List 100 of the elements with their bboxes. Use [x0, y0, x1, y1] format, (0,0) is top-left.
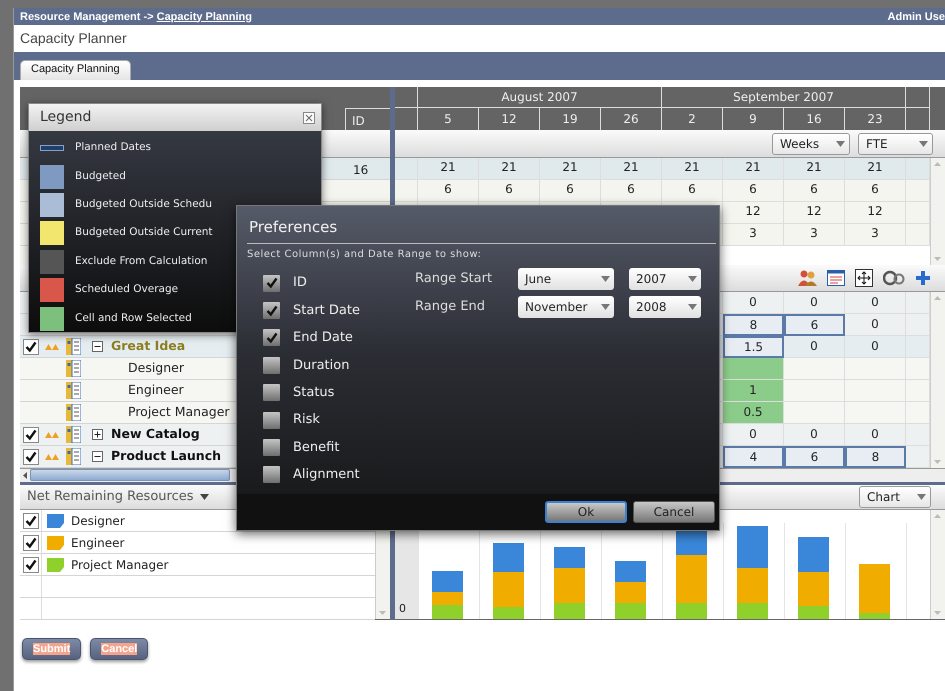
legend-label: Budgeted Outside Schedu	[75, 197, 212, 212]
table-cell: 3	[845, 224, 906, 246]
year-dropdown[interactable]: 2008	[629, 296, 701, 318]
resource-list-icon	[66, 448, 81, 465]
table-cell: 3	[784, 224, 845, 246]
project-name[interactable]: New Catalog	[111, 425, 200, 444]
close-icon[interactable]	[303, 112, 315, 124]
legend-label: Cell and Row Selected	[75, 310, 192, 326]
checkbox[interactable]	[263, 439, 280, 456]
resource-name[interactable]: Designer	[128, 359, 184, 378]
dialog-button[interactable]: Cancel	[633, 501, 715, 523]
bar-segment	[798, 537, 829, 572]
caret-icon	[601, 304, 610, 310]
breadcrumb-link[interactable]: Capacity Planning	[156, 10, 252, 22]
series-name: Designer	[71, 512, 125, 530]
axis-label: 0	[399, 600, 406, 616]
people-icon[interactable]	[797, 269, 817, 287]
plus-icon[interactable]	[915, 270, 931, 286]
field-label: Range Start	[415, 270, 494, 288]
table-cell: 6	[784, 314, 845, 336]
list-icon[interactable]	[827, 270, 845, 286]
checkbox[interactable]	[263, 356, 280, 374]
double-arrow-icon	[44, 452, 60, 462]
caret-icon	[919, 140, 928, 146]
table-cell: 3	[723, 224, 784, 246]
breadcrumb: Resource Management -> Capacity Planning	[20, 10, 252, 22]
checkbox[interactable]	[263, 302, 280, 320]
resource-list-icon	[66, 360, 81, 377]
caret-icon	[688, 276, 697, 282]
checkbox[interactable]	[263, 412, 280, 429]
checkbox[interactable]	[22, 534, 38, 550]
caret-icon	[688, 304, 697, 310]
bar-segment	[615, 603, 646, 619]
dialog-subtitle: Select Column(s) and Date Range to show:	[247, 242, 716, 262]
tab[interactable]: Capacity Planning	[20, 60, 131, 80]
checkbox[interactable]	[263, 466, 280, 484]
checkbox-label: Duration	[293, 356, 350, 375]
table-cell: 4	[723, 446, 784, 468]
legend-label: Budgeted	[75, 168, 126, 184]
resource-name[interactable]: Engineer	[128, 381, 184, 400]
dialog-button[interactable]: Ok	[545, 501, 627, 523]
bar-segment	[615, 582, 646, 603]
resource-list-icon	[66, 382, 81, 399]
checkbox[interactable]	[263, 274, 280, 292]
double-arrow-icon	[44, 342, 60, 352]
legend-label: Exclude From Calculation	[75, 254, 208, 269]
checkbox-label: Alignment	[293, 466, 360, 484]
user-name: Admin Use	[888, 10, 945, 22]
resource-list-icon	[66, 404, 81, 421]
table-cell: 0.5	[723, 402, 784, 424]
caret-icon	[200, 494, 209, 500]
period-dropdown[interactable]: Weeks	[772, 132, 850, 154]
legend-label: Scheduled Overage	[75, 282, 178, 298]
caret-icon	[917, 494, 926, 500]
gears-icon[interactable]	[883, 270, 905, 286]
year-dropdown[interactable]: 2007	[629, 268, 701, 290]
table-cell: 8	[723, 314, 784, 336]
resource-list-icon	[66, 338, 81, 355]
legend-label: Planned Dates	[75, 140, 152, 156]
checkbox-label: Start Date	[293, 302, 360, 320]
checkbox[interactable]	[23, 448, 39, 464]
page-title: Capacity Planner	[20, 30, 127, 46]
caret-icon	[836, 140, 845, 146]
table-cell: 6	[784, 446, 845, 468]
checkbox[interactable]	[263, 329, 280, 346]
table-cell: 1	[723, 380, 784, 402]
field-label: Range End	[415, 298, 486, 316]
table-cell: 1.5	[723, 336, 784, 358]
caret-icon	[601, 276, 610, 282]
month-dropdown[interactable]: June	[518, 268, 614, 290]
unit-dropdown[interactable]: FTE	[858, 132, 933, 154]
bar-segment	[493, 543, 524, 572]
double-arrow-icon	[44, 430, 60, 440]
collapse-icon[interactable]	[92, 451, 103, 462]
chart-view-dropdown[interactable]: Chart	[859, 486, 931, 508]
panel-title: Legend	[40, 108, 92, 127]
series-name: Engineer	[71, 534, 124, 552]
bar-segment	[737, 526, 768, 568]
checkbox-label: Status	[293, 384, 334, 402]
bar-segment	[432, 605, 463, 619]
checkbox[interactable]	[22, 556, 38, 572]
resource-list-icon	[66, 426, 81, 443]
checkbox-label: ID	[293, 274, 307, 292]
scrollbar-thumb[interactable]	[30, 469, 230, 481]
move-icon[interactable]	[855, 269, 873, 287]
table-cell-text: 16	[353, 162, 368, 179]
dialog-title: Preferences	[249, 218, 338, 236]
panel-title[interactable]: Net Remaining Resources	[27, 487, 194, 507]
expand-icon[interactable]	[92, 429, 103, 440]
month-dropdown[interactable]: November	[518, 296, 614, 318]
table-cell: 8	[845, 446, 906, 468]
project-name[interactable]: Product Launch	[111, 447, 222, 466]
checkbox[interactable]	[23, 426, 39, 442]
checkbox[interactable]	[263, 384, 280, 402]
series-name: Project Manager	[71, 556, 168, 574]
checkbox[interactable]	[23, 338, 39, 354]
resource-name[interactable]: Project Manager	[128, 403, 230, 422]
checkbox[interactable]	[22, 512, 38, 528]
collapse-icon[interactable]	[92, 341, 103, 352]
legend-label: Budgeted Outside Current	[75, 225, 213, 240]
